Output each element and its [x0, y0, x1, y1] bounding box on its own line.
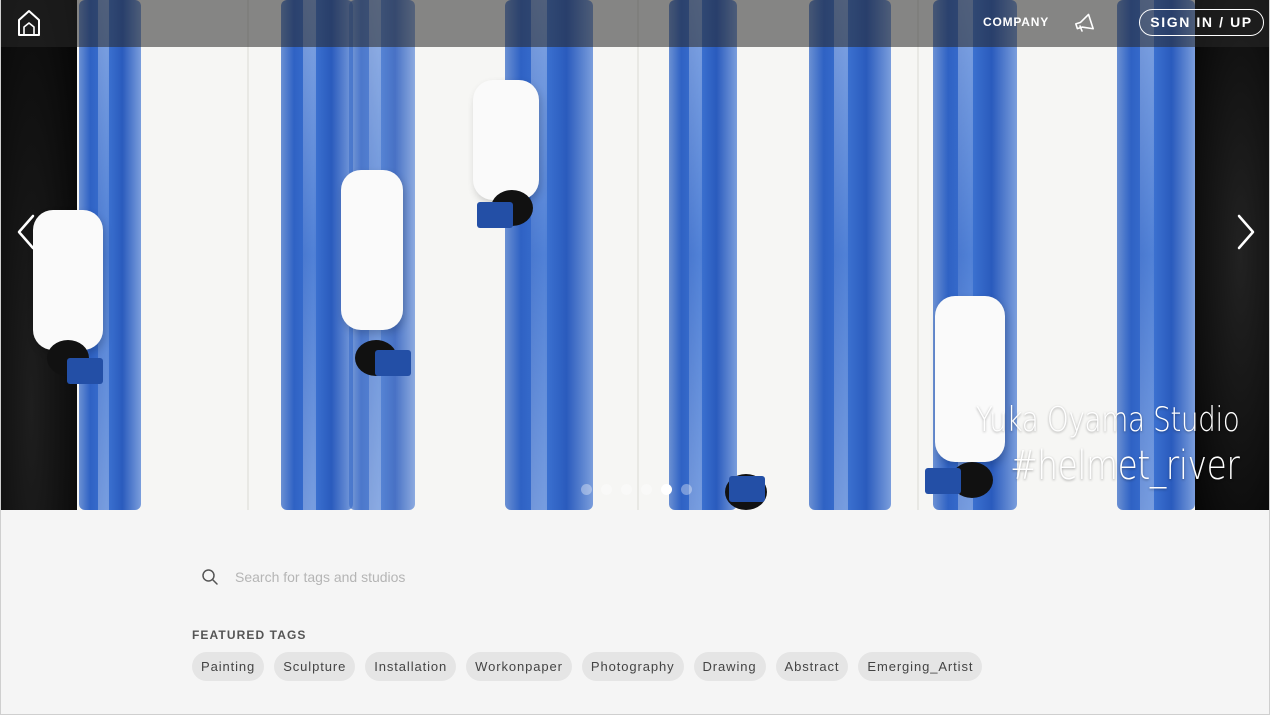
featured-tags-list: Painting Sculpture Installation Workonpa… [192, 652, 983, 681]
carousel-prev-button[interactable] [11, 212, 41, 252]
nav-company-link[interactable]: COMPANY [983, 15, 1049, 29]
hero-caption-studio: Yuka Oyama Studio [975, 400, 1239, 440]
carousel-dot[interactable] [621, 484, 632, 495]
tag-painting[interactable]: Painting [192, 652, 265, 681]
tag-emerging-artist[interactable]: Emerging_Artist [858, 652, 983, 681]
carousel-dots [581, 484, 692, 495]
sign-in-button[interactable]: SIGN IN / UP [1139, 9, 1264, 36]
paint-stroke [505, 0, 593, 510]
tag-abstract[interactable]: Abstract [775, 652, 849, 681]
carousel-next-button[interactable] [1231, 212, 1261, 252]
tag-workonpaper[interactable]: Workonpaper [466, 652, 572, 681]
paint-stroke [809, 0, 891, 510]
hero-caption: Yuka Oyama Studio #helmet_river [975, 398, 1239, 490]
carousel-dot-active[interactable] [661, 484, 672, 495]
carousel-dot[interactable] [681, 484, 692, 495]
carousel-dot[interactable] [601, 484, 612, 495]
hero-carousel[interactable]: Yuka Oyama Studio #helmet_river [1, 0, 1269, 510]
hero-caption-tag: #helmet_river [1009, 443, 1240, 489]
chevron-left-icon [17, 214, 35, 250]
tag-installation[interactable]: Installation [365, 652, 457, 681]
carousel-dot[interactable] [641, 484, 652, 495]
top-navbar: COMPANY SIGN IN / UP [1, 0, 1269, 47]
tag-photography[interactable]: Photography [581, 652, 684, 681]
chevron-right-icon [1237, 214, 1255, 250]
paper-seam [247, 0, 249, 510]
page: Yuka Oyama Studio #helmet_river COMPANY … [0, 0, 1270, 715]
home-logo-link[interactable] [15, 8, 43, 38]
paper-seam [637, 0, 639, 510]
announcements-button[interactable] [1073, 12, 1097, 34]
featured-tags-heading: FEATURED TAGS [192, 628, 307, 642]
house-logo-icon [18, 10, 40, 36]
tag-drawing[interactable]: Drawing [693, 652, 766, 681]
tag-sculpture[interactable]: Sculpture [274, 652, 356, 681]
search-bar [201, 562, 701, 592]
paper-seam [917, 0, 919, 510]
megaphone-icon [1075, 13, 1094, 32]
search-icon[interactable] [201, 568, 219, 586]
carousel-dot[interactable] [581, 484, 592, 495]
search-input[interactable] [235, 569, 655, 585]
paint-stroke [669, 0, 737, 510]
